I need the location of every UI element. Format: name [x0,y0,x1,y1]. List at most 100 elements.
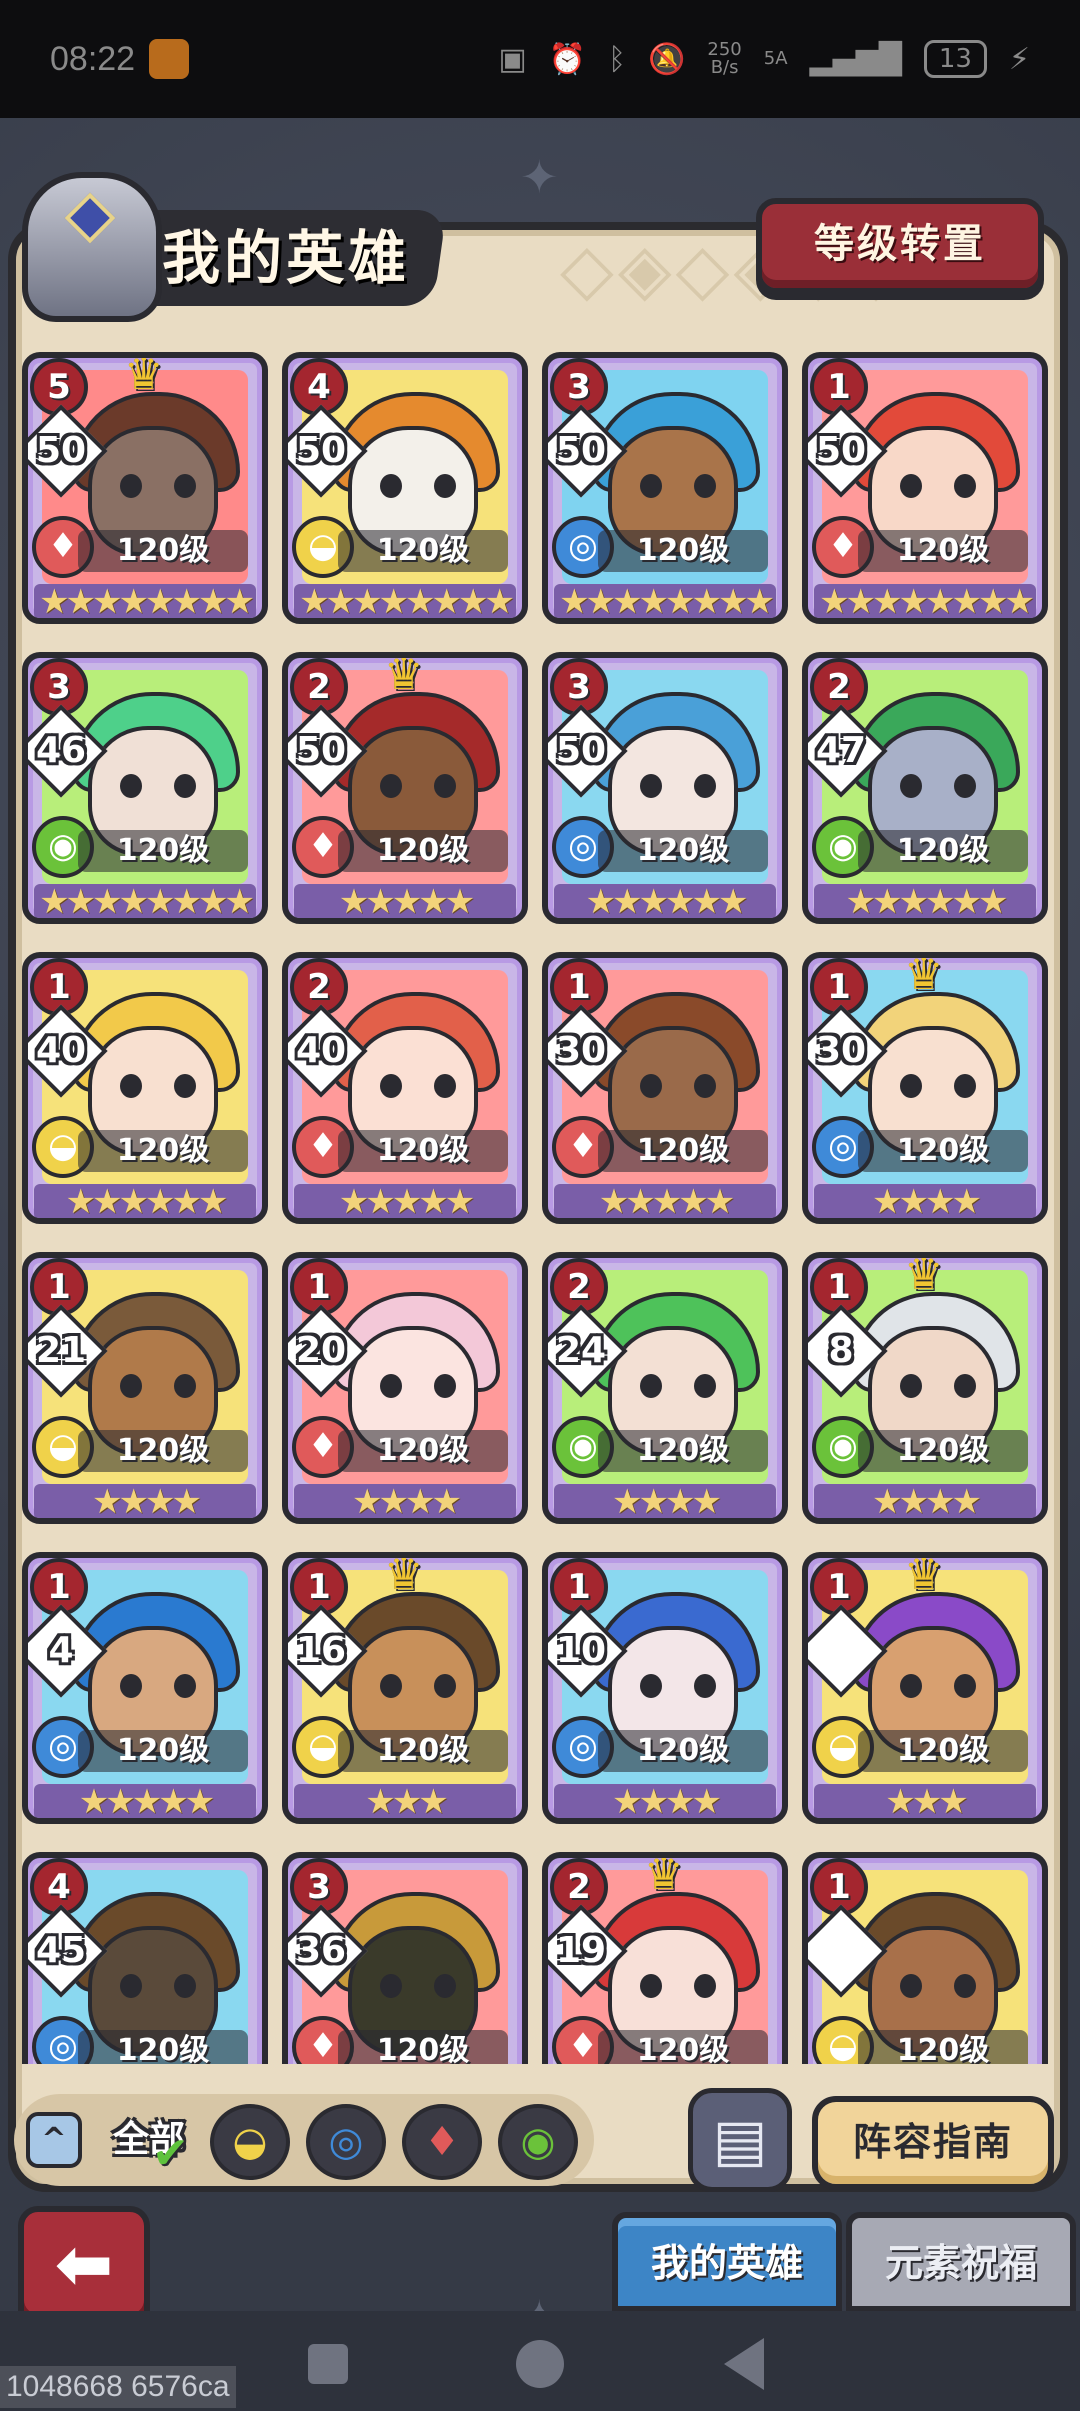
hero-eye [434,1374,456,1398]
home-nav-icon[interactable] [516,2340,564,2388]
hero-card[interactable]: 3 46 ◉ 120级 ★★★★★★★★ [22,652,268,924]
hero-rank: 50 [35,430,87,471]
hero-eye [694,1074,716,1098]
star-rating: ★★★★★★ [34,1184,256,1218]
hero-eye [380,1074,402,1098]
hero-card[interactable]: 1 ♛ 16 ◒ 120级 ★★★ [282,1552,528,1824]
crown-icon: ♛ [124,352,164,400]
hero-card[interactable]: 3 50 ◎ 120级 ★★★★★★ [542,652,788,924]
hero-card[interactable]: 1 40 ◒ 120级 ★★★★★★ [22,952,268,1224]
hero-eye [380,474,402,498]
network-speed-unit: B/s [710,57,739,78]
star-rating: ★★★★★★ [554,884,776,918]
hero-card[interactable]: 2 ♛ 50 ♦ 120级 ★★★★★ [282,652,528,924]
hero-card[interactable]: 1 21 ◒ 120级 ★★★★ [22,1252,268,1524]
hero-level: 120级 [858,1730,1028,1772]
nfc-icon: ▣ [498,41,527,77]
hero-eye [900,1674,922,1698]
hero-eye [174,1374,196,1398]
hero-card[interactable]: 1 ◒ 120级 [802,1852,1048,2064]
hero-level: 120级 [338,1430,508,1472]
tab-element-blessing[interactable]: 元素祝福 [846,2212,1076,2312]
hero-eye [380,1674,402,1698]
charging-icon: ⚡ [1008,41,1030,77]
page-title: 我的英雄 [162,224,411,292]
tab-my-heroes[interactable]: 我的英雄 [612,2212,842,2312]
hero-card[interactable]: 1 10 ◎ 120级 ★★★★ [542,1552,788,1824]
hero-eye [174,1974,196,1998]
hero-rank: 50 [295,730,347,771]
star-rating: ★★★★ [554,1484,776,1518]
hero-card[interactable]: 2 47 ◉ 120级 ★★★★★★ [802,652,1048,924]
hero-level: 120级 [338,830,508,872]
star-rating: ★★★★★★★★ [814,584,1036,618]
hero-eye [174,1074,196,1098]
hero-card[interactable]: 1 ♛ 8 ◉ 120级 ★★★★ [802,1252,1048,1524]
hero-level: 120级 [338,530,508,572]
hero-card[interactable]: 5 ♛ 50 ♦ 120级 ★★★★★★★★ [22,352,268,624]
filter-water-button[interactable]: ◎ [306,2104,386,2180]
hero-eye [694,774,716,798]
bluetooth-icon: ᛒ [608,41,627,77]
lineup-guide-button[interactable]: 阵容指南 [812,2096,1054,2190]
hero-eye [174,1674,196,1698]
filter-fire-button[interactable]: ♦ [402,2104,482,2180]
crown-icon: ♛ [384,652,424,700]
hero-eye [120,1674,142,1698]
hero-eye [900,1074,922,1098]
hero-rank [808,1618,874,1684]
crown-icon: ♛ [904,1552,944,1600]
hero-grid-scroll[interactable]: 5 ♛ 50 ♦ 120级 ★★★★★★★★ 4 50 ◒ 120级 ★★★★★… [16,352,1056,2064]
star-rating: ★★★★★★★★ [554,584,776,618]
hero-card[interactable]: 2 24 ◉ 120级 ★★★★ [542,1252,788,1524]
hero-eye [694,1974,716,1998]
hero-level: 120级 [598,2030,768,2064]
hero-card[interactable]: 4 45 ◎ 120级 [22,1852,268,2064]
hero-eye [640,1674,662,1698]
hero-card[interactable]: 2 ♛ 19 ♦ 120级 [542,1852,788,2064]
status-bar: 08:22 ▣ ⏰ ᛒ 🔕 250 B/s 5A ▂▄▆█ 13 ⚡ [0,0,1080,118]
hero-eye [694,1374,716,1398]
star-rating: ★★★★★ [294,1184,516,1218]
save-formation-button[interactable]: ▤ [688,2088,792,2192]
back-arrow-icon: ⬅ [54,2223,114,2305]
hero-card[interactable]: 3 50 ◎ 120级 ★★★★★★★★ [542,352,788,624]
alarm-icon: ⏰ [548,41,587,77]
hero-eye [954,1974,976,1998]
hero-eye [380,1974,402,1998]
hero-rank: 47 [815,730,867,771]
hero-rank: 24 [555,1330,607,1371]
star-rating: ★★★ [294,1784,516,1818]
hero-eye [900,1374,922,1398]
hero-eye [120,1974,142,1998]
hero-level: 120级 [598,1430,768,1472]
filter-wind-button[interactable]: ◉ [498,2104,578,2180]
hero-card[interactable]: 1 ♛ 30 ◎ 120级 ★★★★ [802,952,1048,1224]
hero-eye [954,774,976,798]
hero-rank: 16 [295,1630,347,1671]
hero-card[interactable]: 4 50 ◒ 120级 ★★★★★★★★ [282,352,528,624]
hero-card[interactable]: 1 30 ♦ 120级 ★★★★★ [542,952,788,1224]
hero-eye [434,474,456,498]
hero-eye [900,1974,922,1998]
hero-eye [900,774,922,798]
hero-card[interactable]: 2 40 ♦ 120级 ★★★★★ [282,952,528,1224]
collapse-up-button[interactable]: ^ [26,2112,82,2168]
hero-eye [640,1374,662,1398]
filter-earth-button[interactable]: ◒ [210,2104,290,2180]
star-rating: ★★★★ [294,1484,516,1518]
hero-card[interactable]: 1 4 ◎ 120级 ★★★★★ [22,1552,268,1824]
hero-grid: 5 ♛ 50 ♦ 120级 ★★★★★★★★ 4 50 ◒ 120级 ★★★★★… [16,352,1056,2064]
star-rating: ★★★ [814,1784,1036,1818]
hero-eye [120,774,142,798]
hero-eye [954,1074,976,1098]
hero-card[interactable]: 1 50 ♦ 120级 ★★★★★★★★ [802,352,1048,624]
hero-card[interactable]: 1 20 ♦ 120级 ★★★★ [282,1252,528,1524]
hero-card[interactable]: 3 36 ♦ 120级 [282,1852,528,2064]
star-rating: ★★★★★★★★ [34,884,256,918]
hero-card[interactable]: 1 ♛ ◒ 120级 ★★★ [802,1552,1048,1824]
recents-nav-icon[interactable] [308,2344,348,2384]
back-nav-icon[interactable] [724,2338,764,2390]
hero-eye [434,1974,456,1998]
level-transfer-button[interactable]: 等级转置 [756,198,1044,294]
